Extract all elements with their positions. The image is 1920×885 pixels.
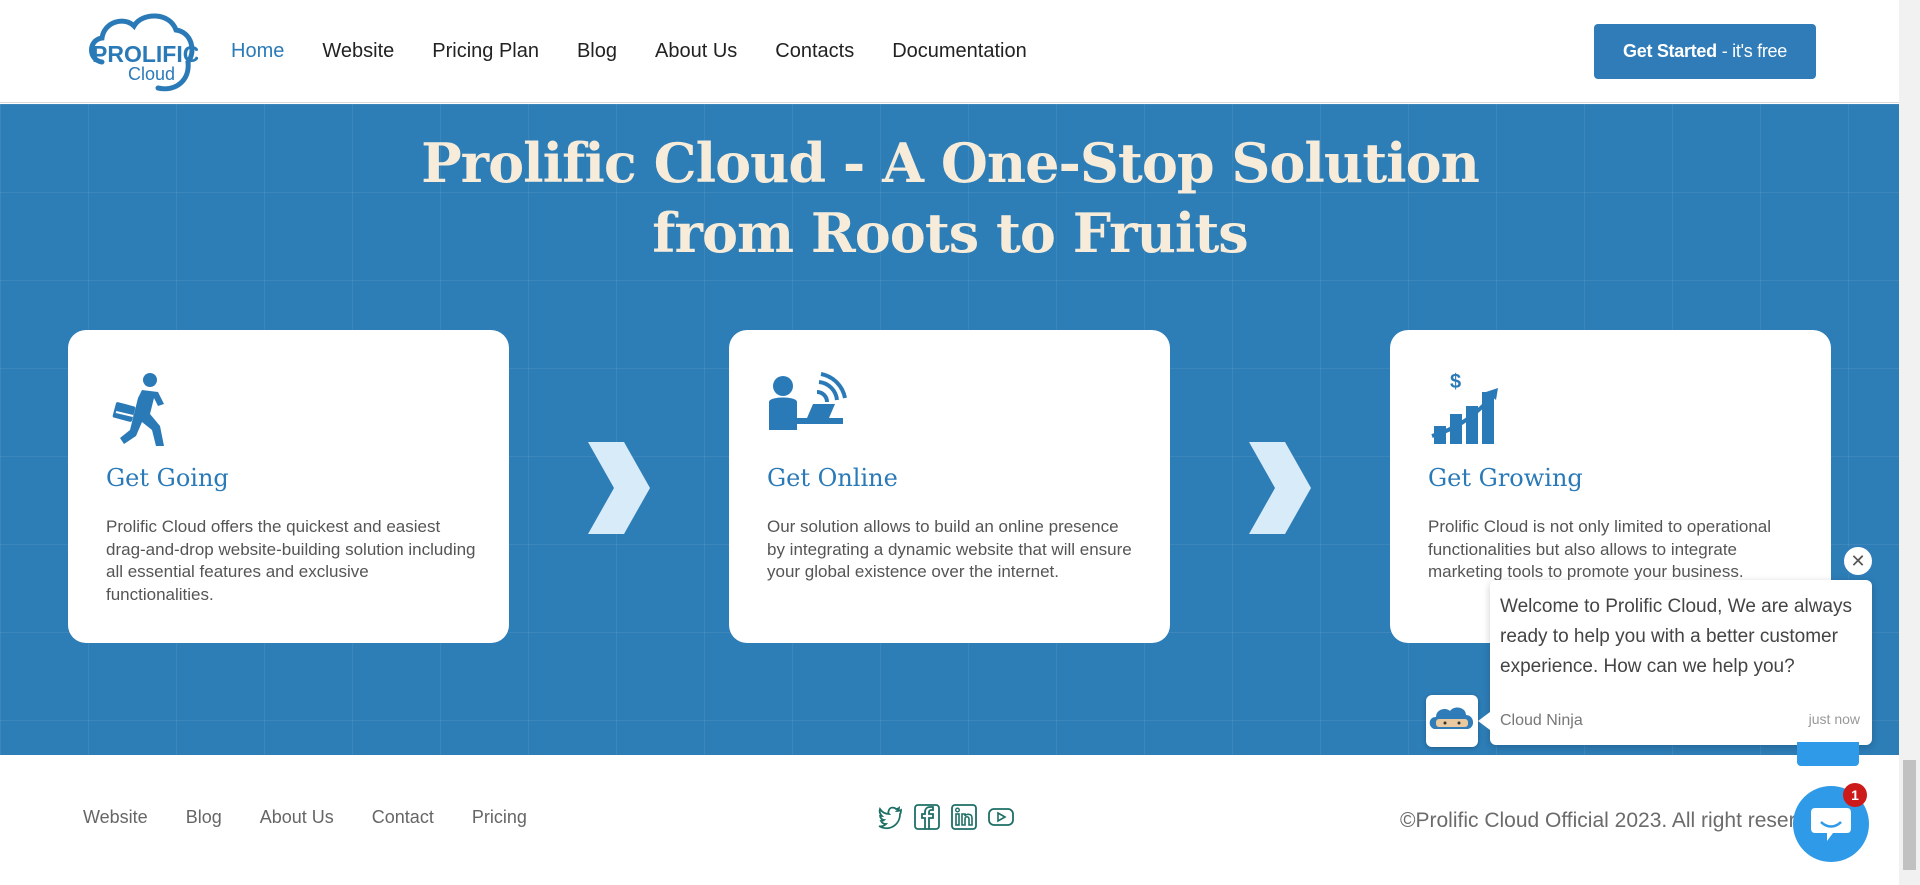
get-started-button[interactable]: Get Started - it's free <box>1594 24 1816 79</box>
youtube-icon[interactable] <box>987 803 1015 831</box>
chat-pointer <box>1478 712 1490 730</box>
chat-agent-name: Cloud Ninja <box>1500 712 1583 729</box>
footer-nav: Website Blog About Us Contact Pricing <box>83 807 527 828</box>
scroll-to-top-button[interactable] <box>1797 742 1859 766</box>
chat-message: Welcome to Prolific Cloud, We are always… <box>1500 596 1852 677</box>
ninja-avatar-icon <box>1426 695 1478 747</box>
card-text: Prolific Cloud is not only limited to op… <box>1428 517 1772 581</box>
get-started-bold: Get Started <box>1623 41 1717 61</box>
hero-title: Prolific Cloud - A One-Stop Solution fro… <box>350 128 1550 268</box>
main-nav: Home Website Pricing Plan Blog About Us … <box>231 40 1027 63</box>
copyright-text: ©Prolific Cloud Official 2023. All right… <box>1400 809 1818 832</box>
card-text: Our solution allows to build an online p… <box>767 517 1132 581</box>
nav-about-us[interactable]: About Us <box>655 40 737 63</box>
card-text: Prolific Cloud offers the quickest and e… <box>106 517 476 604</box>
nav-documentation[interactable]: Documentation <box>892 40 1027 63</box>
card-title: Get Going <box>106 464 229 492</box>
nav-website[interactable]: Website <box>322 40 394 63</box>
unread-badge: 1 <box>1843 783 1867 807</box>
footer-link-pricing[interactable]: Pricing <box>472 807 527 828</box>
hero-title-line1: Prolific Cloud - A One-Stop Solution <box>421 131 1480 195</box>
page-scrollbar[interactable] <box>1899 0 1920 885</box>
prolific-cloud-logo[interactable]: PROLIFIC Cloud <box>84 10 198 92</box>
facebook-icon[interactable] <box>913 803 941 831</box>
growth-chart-icon: $ <box>1431 371 1498 444</box>
footer-link-blog[interactable]: Blog <box>186 807 222 828</box>
chat-message-bubble[interactable]: Welcome to Prolific Cloud, We are always… <box>1490 580 1872 745</box>
footer-link-website[interactable]: Website <box>83 807 148 828</box>
card-get-going: Get Going Prolific Cloud offers the quic… <box>68 330 509 643</box>
nav-home[interactable]: Home <box>231 40 284 63</box>
social-links <box>876 803 1015 831</box>
footer-link-contact[interactable]: Contact <box>372 807 434 828</box>
chat-close-button[interactable]: ✕ <box>1842 545 1874 577</box>
nav-pricing-plan[interactable]: Pricing Plan <box>432 40 539 63</box>
running-businessman-icon <box>112 373 164 446</box>
card-title: Get Growing <box>1428 464 1583 492</box>
svg-text:$: $ <box>1450 371 1461 393</box>
chat-timestamp: just now <box>1808 711 1860 727</box>
chevron-right-icon <box>588 442 650 534</box>
footer-link-about-us[interactable]: About Us <box>260 807 334 828</box>
online-user-icon <box>769 372 847 430</box>
card-title: Get Online <box>767 464 898 492</box>
logo-subtext: Cloud <box>128 64 175 84</box>
chat-launcher-button[interactable]: 1 <box>1793 783 1869 862</box>
twitter-icon[interactable] <box>876 803 904 831</box>
site-header: PROLIFIC Cloud Home Website Pricing Plan… <box>0 0 1899 103</box>
chevron-right-icon <box>1249 442 1311 534</box>
linkedin-icon[interactable] <box>950 803 978 831</box>
nav-contacts[interactable]: Contacts <box>775 40 854 63</box>
close-icon: ✕ <box>1850 550 1866 571</box>
get-started-rest: - it's free <box>1721 41 1787 61</box>
hero-title-line2: from Roots to Fruits <box>652 201 1248 265</box>
scrollbar-thumb[interactable] <box>1903 760 1916 870</box>
page: PROLIFIC Cloud Home Website Pricing Plan… <box>0 0 1920 885</box>
card-get-online: Get Online Our solution allows to build … <box>729 330 1170 643</box>
nav-blog[interactable]: Blog <box>577 40 617 63</box>
